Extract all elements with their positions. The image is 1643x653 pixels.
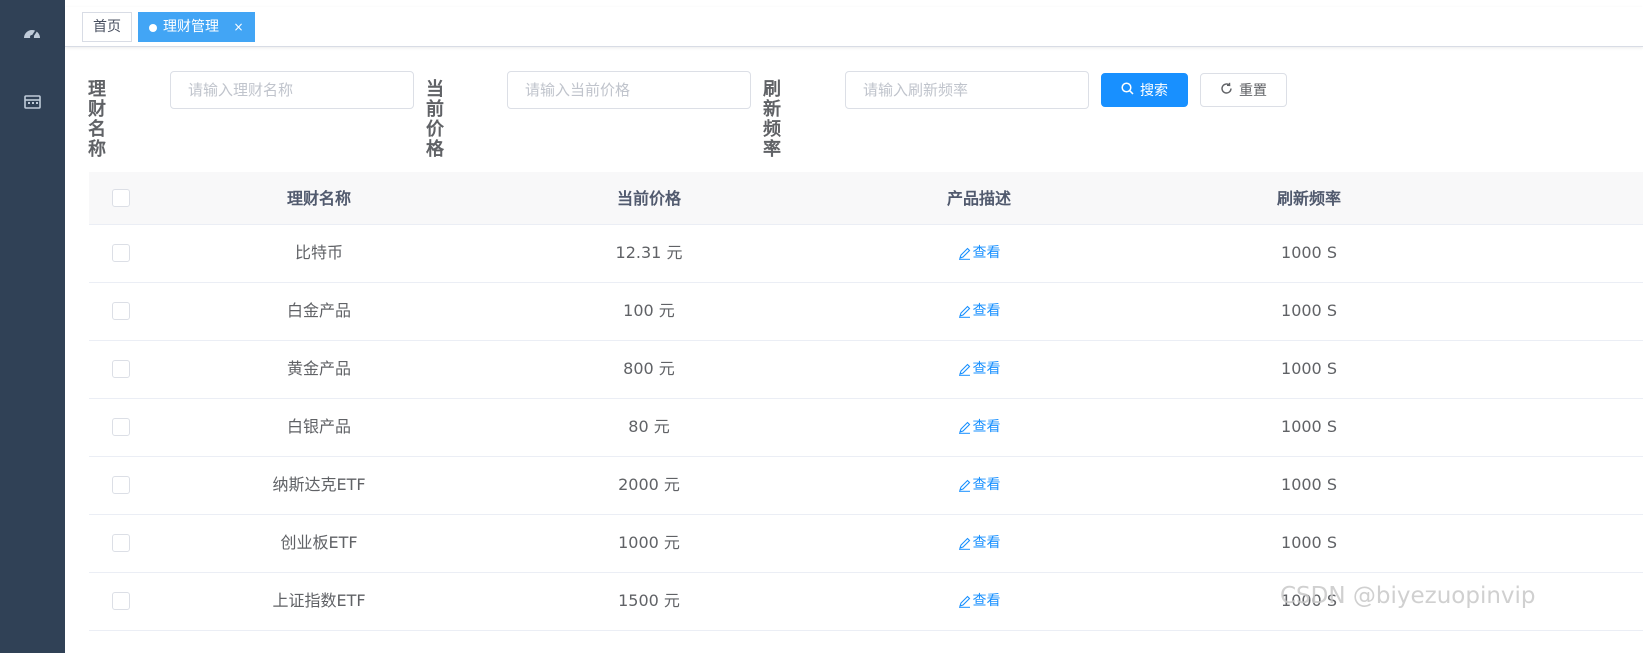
view-link-label: 查看 [972, 303, 1001, 319]
row-checkbox[interactable] [112, 592, 130, 610]
price-label: 当前价格 [426, 79, 444, 160]
cell-frequency: 1000 S [1281, 243, 1337, 262]
cell-description: 查看 [814, 515, 1144, 572]
view-link[interactable]: 查看 [958, 341, 1001, 397]
cell-frequency: 1000 S [1281, 417, 1337, 436]
cell-frequency: 1000 S [1281, 359, 1337, 378]
row-checkbox[interactable] [112, 244, 130, 262]
name-search-input[interactable] [170, 71, 414, 109]
search-button[interactable]: 搜索 [1101, 73, 1188, 107]
table-row: 创业板ETF 1000 元 查看 1000 S [89, 515, 1643, 573]
tag-home-label: 首页 [93, 19, 121, 35]
edit-icon [958, 537, 970, 550]
view-link-label: 查看 [972, 245, 1001, 261]
cell-price: 800 元 [623, 359, 675, 378]
view-link[interactable]: 查看 [958, 515, 1001, 571]
view-link[interactable]: 查看 [958, 573, 1001, 629]
cell-name: 纳斯达克ETF [272, 475, 366, 494]
cell-price: 2000 元 [618, 475, 680, 494]
cell-description: 查看 [814, 341, 1144, 398]
reset-button-label: 重置 [1239, 83, 1267, 99]
col-header-description: 产品描述 [946, 189, 1011, 208]
cell-price: 1500 元 [618, 591, 680, 610]
view-link-label: 查看 [972, 535, 1001, 551]
edit-icon [958, 363, 970, 376]
price-search-input[interactable] [507, 71, 751, 109]
tag-finance-management[interactable]: 理财管理 × [138, 12, 255, 42]
tag-close-icon[interactable]: × [233, 20, 243, 34]
view-link[interactable]: 查看 [958, 457, 1001, 513]
cell-frequency: 1000 S [1281, 301, 1337, 320]
search-button-label: 搜索 [1140, 83, 1168, 99]
cell-price: 1000 元 [618, 533, 680, 552]
tags-view-bar: 首页 理财管理 × [65, 7, 1643, 47]
reset-button[interactable]: 重置 [1200, 73, 1287, 107]
refresh-icon [1220, 82, 1233, 99]
col-header-price: 当前价格 [616, 189, 681, 208]
cell-frequency: 1000 S [1281, 533, 1337, 552]
cell-name: 白金产品 [286, 301, 351, 320]
main-content: 首页 理财管理 × 理财名称 当前价格 刷新频率 搜索 重置 [65, 0, 1643, 653]
tag-home[interactable]: 首页 [82, 12, 132, 42]
cell-name: 比特币 [294, 243, 343, 262]
freq-label: 刷新频率 [763, 79, 781, 160]
edit-icon [958, 595, 970, 608]
edit-icon [958, 421, 970, 434]
cell-name: 白银产品 [286, 417, 351, 436]
search-icon [1121, 81, 1134, 99]
select-all-checkbox[interactable] [112, 189, 130, 207]
table-row: 纳斯达克ETF 2000 元 查看 1000 S [89, 457, 1643, 515]
cell-description: 查看 [814, 457, 1144, 514]
view-link[interactable]: 查看 [958, 225, 1001, 281]
table-row: 黄金产品 800 元 查看 1000 S [89, 341, 1643, 399]
table-row: 白金产品 100 元 查看 1000 S [89, 283, 1643, 341]
cell-price: 100 元 [623, 301, 675, 320]
freq-search-input[interactable] [845, 71, 1089, 109]
cell-name: 上证指数ETF [272, 591, 366, 610]
edit-icon [958, 479, 970, 492]
table-row: 比特币 12.31 元 查看 1000 S [89, 225, 1643, 283]
col-header-name: 理财名称 [286, 189, 351, 208]
row-checkbox[interactable] [112, 534, 130, 552]
cell-description: 查看 [814, 573, 1144, 630]
row-checkbox[interactable] [112, 360, 130, 378]
cell-name: 黄金产品 [286, 359, 351, 378]
view-link[interactable]: 查看 [958, 283, 1001, 339]
table-header: 理财名称 当前价格 产品描述 刷新频率 [89, 172, 1643, 225]
view-link-label: 查看 [972, 419, 1001, 435]
dashboard-icon[interactable] [22, 23, 42, 43]
cell-description: 查看 [814, 399, 1144, 456]
table-row: 白银产品 80 元 查看 1000 S [89, 399, 1643, 457]
cell-frequency: 1000 S [1281, 475, 1337, 494]
tag-finance-label: 理财管理 [163, 19, 219, 35]
view-link-label: 查看 [972, 477, 1001, 493]
name-label: 理财名称 [88, 79, 106, 160]
row-checkbox[interactable] [112, 418, 130, 436]
cell-name: 创业板ETF [280, 533, 358, 552]
edit-icon [958, 305, 970, 318]
row-checkbox[interactable] [112, 476, 130, 494]
cell-price: 80 元 [628, 417, 670, 436]
view-link[interactable]: 查看 [958, 399, 1001, 455]
active-dot-icon [149, 24, 157, 32]
cell-description: 查看 [814, 225, 1144, 282]
sidebar [0, 0, 65, 653]
watermark: CSDN @biyezuopinvip [1280, 583, 1536, 609]
cell-price: 12.31 元 [615, 243, 683, 262]
calendar-icon[interactable] [22, 91, 42, 111]
cell-description: 查看 [814, 283, 1144, 340]
row-checkbox[interactable] [112, 302, 130, 320]
view-link-label: 查看 [972, 593, 1001, 609]
view-link-label: 查看 [972, 361, 1001, 377]
col-header-frequency: 刷新频率 [1276, 189, 1341, 208]
edit-icon [958, 247, 970, 260]
